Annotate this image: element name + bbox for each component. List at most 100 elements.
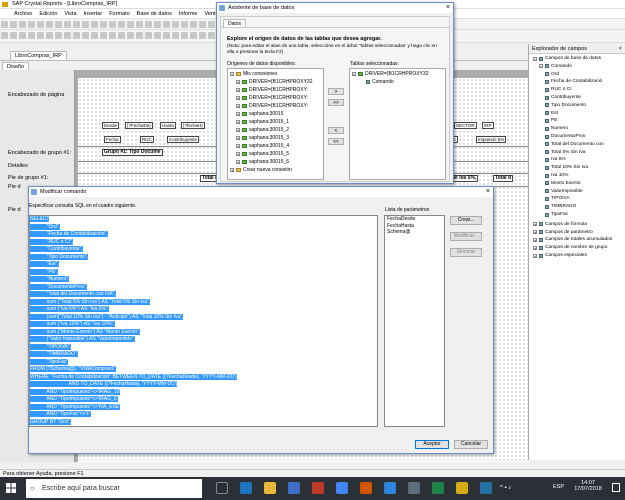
menu-item[interactable]: Edición	[39, 9, 57, 18]
field-fecha-header[interactable]: Fecha	[104, 136, 121, 143]
remove-all-button[interactable]: <<	[328, 138, 344, 145]
toolbar-button-icon[interactable]	[199, 21, 206, 28]
toolbar-button-icon[interactable]	[127, 32, 134, 39]
delete-param-button[interactable]: Eliminar	[450, 248, 482, 257]
params-list[interactable]: FechaDesde FechaHasta Schema@	[384, 215, 445, 427]
app-orange-icon[interactable]	[360, 482, 372, 494]
menu-item[interactable]: Insertar	[84, 9, 103, 18]
toolbar-button-icon[interactable]	[100, 21, 107, 28]
field-tree-item[interactable]: Est	[545, 111, 558, 116]
field-tree-item[interactable]: Tipo Documento	[545, 103, 586, 108]
expand-icon[interactable]: +	[236, 104, 240, 109]
accept-button[interactable]: Aceptar	[415, 440, 449, 449]
field-tree-item[interactable]: Fecha de Contabilizació	[545, 79, 602, 84]
field-sector[interactable]: SECTOR	[454, 122, 477, 129]
field-tree-item[interactable]: + Campos de nombre de grupo	[533, 245, 607, 250]
toolbar-button-icon[interactable]	[136, 32, 143, 39]
toolbar-button-icon[interactable]	[109, 21, 116, 28]
datasource-item[interactable]: + DRIVER={B1CRHPROXY:	[236, 95, 308, 101]
expand-icon[interactable]: +	[236, 88, 240, 93]
toolbar-button-icon[interactable]	[145, 21, 152, 28]
expand-icon[interactable]: +	[236, 96, 240, 101]
datasource-item[interactable]: + saphana:30015_6	[236, 159, 289, 165]
datasource-item[interactable]: − Mis conexiones	[230, 71, 277, 77]
datasource-item[interactable]: + saphana:30015_4	[236, 143, 289, 149]
field-tree-item[interactable]: − Campos de base de datos	[533, 56, 601, 61]
datasource-item[interactable]: + saphana:30015_1	[236, 119, 289, 125]
toolbar-button-icon[interactable]	[82, 21, 89, 28]
toolbar-button-icon[interactable]	[82, 32, 89, 39]
app-gray-icon[interactable]	[408, 482, 420, 494]
close-icon[interactable]: ×	[486, 187, 490, 197]
crystal-reports-taskbar-icon[interactable]	[456, 482, 468, 494]
menu-item[interactable]: Formato	[109, 9, 129, 18]
toolbar-button-icon[interactable]	[91, 32, 98, 39]
field-total-iva[interactable]: de Iva 5%,	[450, 175, 479, 182]
field-hasta-label[interactable]: Hasta	[160, 122, 176, 129]
field-tree-item[interactable]: + Campos especiales	[533, 253, 587, 258]
expand-icon[interactable]: −	[230, 72, 234, 77]
datasource-item[interactable]: + DRIVER={B1CRHPROXY:	[236, 103, 308, 109]
sql-query-editor[interactable]: SELECT "Ord", "Fecha de Contabilización"…	[29, 215, 378, 427]
expand-icon[interactable]: −	[533, 56, 537, 61]
toolbar-button-icon[interactable]	[127, 21, 134, 28]
edge-icon[interactable]	[240, 482, 252, 494]
toolbar-button-icon[interactable]	[37, 21, 44, 28]
section-group-header[interactable]: Encabezado de grupo #1:	[8, 150, 71, 156]
field-group-name[interactable]: Grupo #1: Tipo Docume	[102, 149, 163, 156]
field-irp[interactable]: IRP	[482, 122, 494, 129]
field-ruc-header[interactable]: RUC	[140, 136, 154, 143]
field-tree-item[interactable]: + Campos de fórmula	[533, 222, 587, 227]
toolbar-button-icon[interactable]	[118, 32, 125, 39]
datasource-item[interactable]: + saphana:30015_3	[236, 135, 289, 141]
field-total-right[interactable]: Total d	[493, 175, 514, 182]
cancel-button[interactable]: Cancelar	[454, 440, 488, 449]
toolbar-button-icon[interactable]	[64, 32, 71, 39]
chrome-icon[interactable]	[336, 482, 348, 494]
expand-icon[interactable]: +	[236, 136, 240, 141]
field-tree-item[interactable]: Iva 10%	[545, 173, 568, 178]
toolbar-button-icon[interactable]	[145, 32, 152, 39]
toolbar-button-icon[interactable]	[64, 21, 71, 28]
toolbar-button-icon[interactable]	[154, 32, 161, 39]
toolbar-button-icon[interactable]	[208, 32, 215, 39]
language-indicator[interactable]: ESP	[553, 484, 564, 490]
field-tree-item[interactable]: PE	[545, 118, 557, 123]
expand-icon[interactable]: +	[236, 120, 240, 125]
close-icon[interactable]: ×	[619, 44, 622, 54]
tab-librocompras[interactable]: LibroCompras_IRP	[10, 51, 67, 60]
field-tree-item[interactable]: RUC o CI	[545, 87, 572, 92]
field-tree-item[interactable]: + Campos de parámetro	[533, 230, 593, 235]
toolbar-button-icon[interactable]	[55, 21, 62, 28]
modify-param-button[interactable]: Modificar...	[450, 232, 482, 241]
field-tree-item[interactable]: TIMBRADO	[545, 204, 576, 209]
field-tree-item[interactable]: + Campos de totales acumulados	[533, 237, 612, 242]
field-tree-item[interactable]: Total 5% Sin Iva	[545, 150, 585, 155]
toolbar-button-icon[interactable]	[28, 32, 35, 39]
field-tree-item[interactable]: Contribuyente	[545, 95, 581, 100]
section-group-footer[interactable]: Pie de grupo #1:	[8, 175, 48, 181]
field-tree-item[interactable]: Total del Documento con	[545, 142, 604, 147]
expand-icon[interactable]: +	[236, 160, 240, 165]
file-explorer-icon[interactable]	[264, 482, 276, 494]
toolbar-button-icon[interactable]	[163, 21, 170, 28]
toolbar-button-icon[interactable]	[136, 21, 143, 28]
store-icon[interactable]	[288, 482, 300, 494]
task-view-icon[interactable]	[216, 482, 228, 494]
clock[interactable]: 14:07 17/07/2018	[570, 480, 606, 492]
expand-icon[interactable]: +	[236, 152, 240, 157]
field-tree-item[interactable]: ValorImponible	[545, 189, 583, 194]
tray-icons[interactable]: ^ ▪ ♪	[500, 485, 511, 491]
datasource-item[interactable]: + DRIVER={B1CRHPROXY:	[236, 87, 308, 93]
section-page-header[interactable]: Encabezado de página	[8, 92, 64, 98]
toolbar-button-icon[interactable]	[172, 21, 179, 28]
taskbar-search-input[interactable]: ○ Escribe aquí para buscar	[26, 479, 202, 498]
toolbar-button-icon[interactable]	[46, 21, 53, 28]
menu-item[interactable]: Informe	[179, 9, 198, 18]
windows-start-icon[interactable]	[6, 483, 16, 493]
field-fechahasta[interactable]: {?fechaH}	[181, 122, 205, 129]
app-blue-icon[interactable]	[384, 482, 396, 494]
toolbar-button-icon[interactable]	[181, 32, 188, 39]
close-icon[interactable]: ×	[446, 3, 450, 13]
create-param-button[interactable]: Crear...	[450, 216, 482, 225]
